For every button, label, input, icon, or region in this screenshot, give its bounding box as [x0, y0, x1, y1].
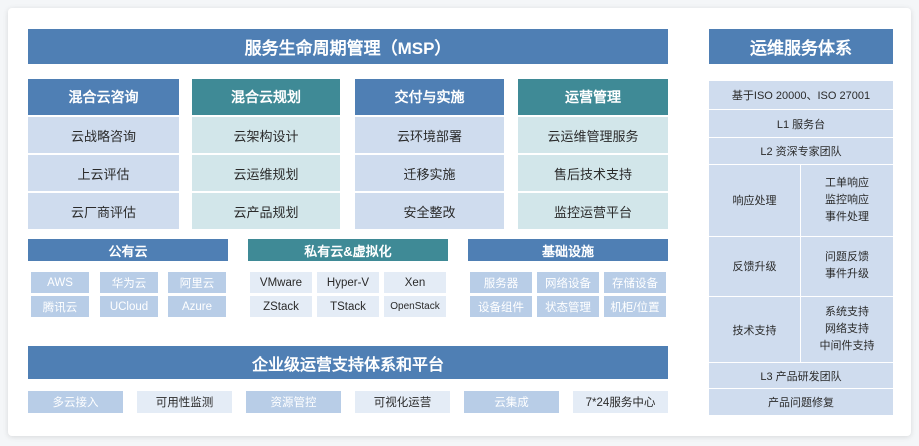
column-hybrid-consulting: 混合云咨询 云战略咨询 上云评估 云厂商评估 [28, 79, 179, 229]
ops-item: 问题反馈 [825, 251, 869, 263]
infra-chip: 网络设备 [537, 272, 599, 293]
column-delivery: 交付与实施 云环境部署 迁移实施 安全整改 [355, 79, 504, 229]
column-item: 上云评估 [28, 155, 179, 191]
cloud-chip: Azure [168, 296, 226, 317]
column-operations: 运营管理 云运维管理服务 售后技术支持 监控运营平台 [518, 79, 668, 229]
column-item: 云架构设计 [192, 117, 340, 153]
public-cloud-panel: 公有云 AWS 华为云 阿里云 腾讯云 UCloud Azure [28, 239, 228, 323]
column-head: 混合云规划 [192, 79, 340, 115]
enterprise-chip: 可用性监测 [137, 391, 232, 413]
infra-chip: 机柜/位置 [604, 296, 666, 317]
private-cloud-panel: 私有云&虚拟化 VMware Hyper-V Xen ZStack TStack… [248, 239, 448, 323]
column-head: 运营管理 [518, 79, 668, 115]
infra-head: 基础设施 [468, 239, 668, 261]
ops-row-fix: 产品问题修复 [768, 397, 834, 409]
ops-row-l1: L1 服务台 [776, 118, 826, 131]
ops-item: 网络支持 [825, 323, 869, 335]
ops-group-feedback: 反馈升级 [732, 261, 777, 273]
column-hybrid-planning: 混合云规划 云架构设计 云运维规划 云产品规划 [192, 79, 340, 229]
infra-chip: 状态管理 [537, 296, 599, 317]
column-item: 迁移实施 [355, 155, 504, 191]
column-item: 云战略咨询 [28, 117, 179, 153]
column-item: 云环境部署 [355, 117, 504, 153]
column-item: 安全整改 [355, 193, 504, 229]
virt-chip: ZStack [250, 296, 312, 317]
ops-row-iso: 基于ISO 20000、ISO 27001 [731, 90, 871, 102]
cloud-chip: 华为云 [100, 272, 158, 293]
public-cloud-head: 公有云 [28, 239, 228, 261]
ops-group-response-items: 工单响应 监控响应 事件处理 [801, 165, 893, 235]
ops-row-l3: L3 产品研发团队 [760, 370, 842, 383]
ops-group-tech: 技术支持 [732, 324, 777, 337]
cloud-chip: 阿里云 [168, 272, 226, 293]
ops-item: 事件处理 [825, 210, 869, 223]
cloud-chip: AWS [31, 272, 89, 293]
column-head: 混合云咨询 [28, 79, 179, 115]
ops-item: 工单响应 [825, 176, 869, 189]
column-item: 云厂商评估 [28, 193, 179, 229]
column-item: 云运维规划 [192, 155, 340, 191]
ops-item: 中间件支持 [819, 340, 875, 352]
infra-chip: 设备组件 [470, 296, 532, 317]
ops-group-tech-items: 系统支持 网络支持 中间件支持 [801, 297, 893, 362]
infra-chip: 服务器 [470, 272, 532, 293]
ops-row-l2: L2 资深专家团队 [760, 146, 842, 158]
virt-chip: Xen [384, 272, 446, 293]
virt-chip: Hyper-V [317, 272, 379, 293]
enterprise-title: 企业级运营支持体系和平台 [28, 346, 668, 379]
column-item: 监控运营平台 [518, 193, 668, 229]
enterprise-chip: 多云接入 [28, 391, 123, 413]
column-item: 云运维管理服务 [518, 117, 668, 153]
enterprise-chip: 7*24服务中心 [573, 391, 668, 413]
ops-item: 监控响应 [825, 193, 869, 206]
infra-panel: 基础设施 服务器 网络设备 存储设备 设备组件 状态管理 机柜/位置 [468, 239, 668, 323]
ops-system-title: 运维服务体系 [709, 29, 893, 64]
column-item: 云产品规划 [192, 193, 340, 229]
infra-chip: 存储设备 [604, 272, 666, 293]
ops-group-feedback-items: 问题反馈 事件升级 [801, 237, 893, 295]
ops-panel: 基于ISO 20000、ISO 27001 L1 服务台 L2 资深专家团队 响… [709, 81, 893, 415]
private-cloud-head: 私有云&虚拟化 [248, 239, 448, 261]
msp-title: 服务生命周期管理（MSP） [28, 29, 668, 64]
virt-chip: OpenStack [384, 296, 446, 317]
enterprise-chip: 可视化运营 [355, 391, 450, 413]
column-head: 交付与实施 [355, 79, 504, 115]
column-item: 售后技术支持 [518, 155, 668, 191]
cloud-chip: UCloud [100, 296, 158, 317]
enterprise-chip: 云集成 [464, 391, 559, 413]
cloud-chip: 腾讯云 [31, 296, 89, 317]
virt-chip: TStack [317, 296, 379, 317]
ops-item: 事件升级 [825, 268, 869, 280]
enterprise-chip: 资源管控 [246, 391, 341, 413]
ops-group-response: 响应处理 [732, 195, 777, 207]
virt-chip: VMware [250, 272, 312, 293]
ops-item: 系统支持 [825, 306, 869, 318]
